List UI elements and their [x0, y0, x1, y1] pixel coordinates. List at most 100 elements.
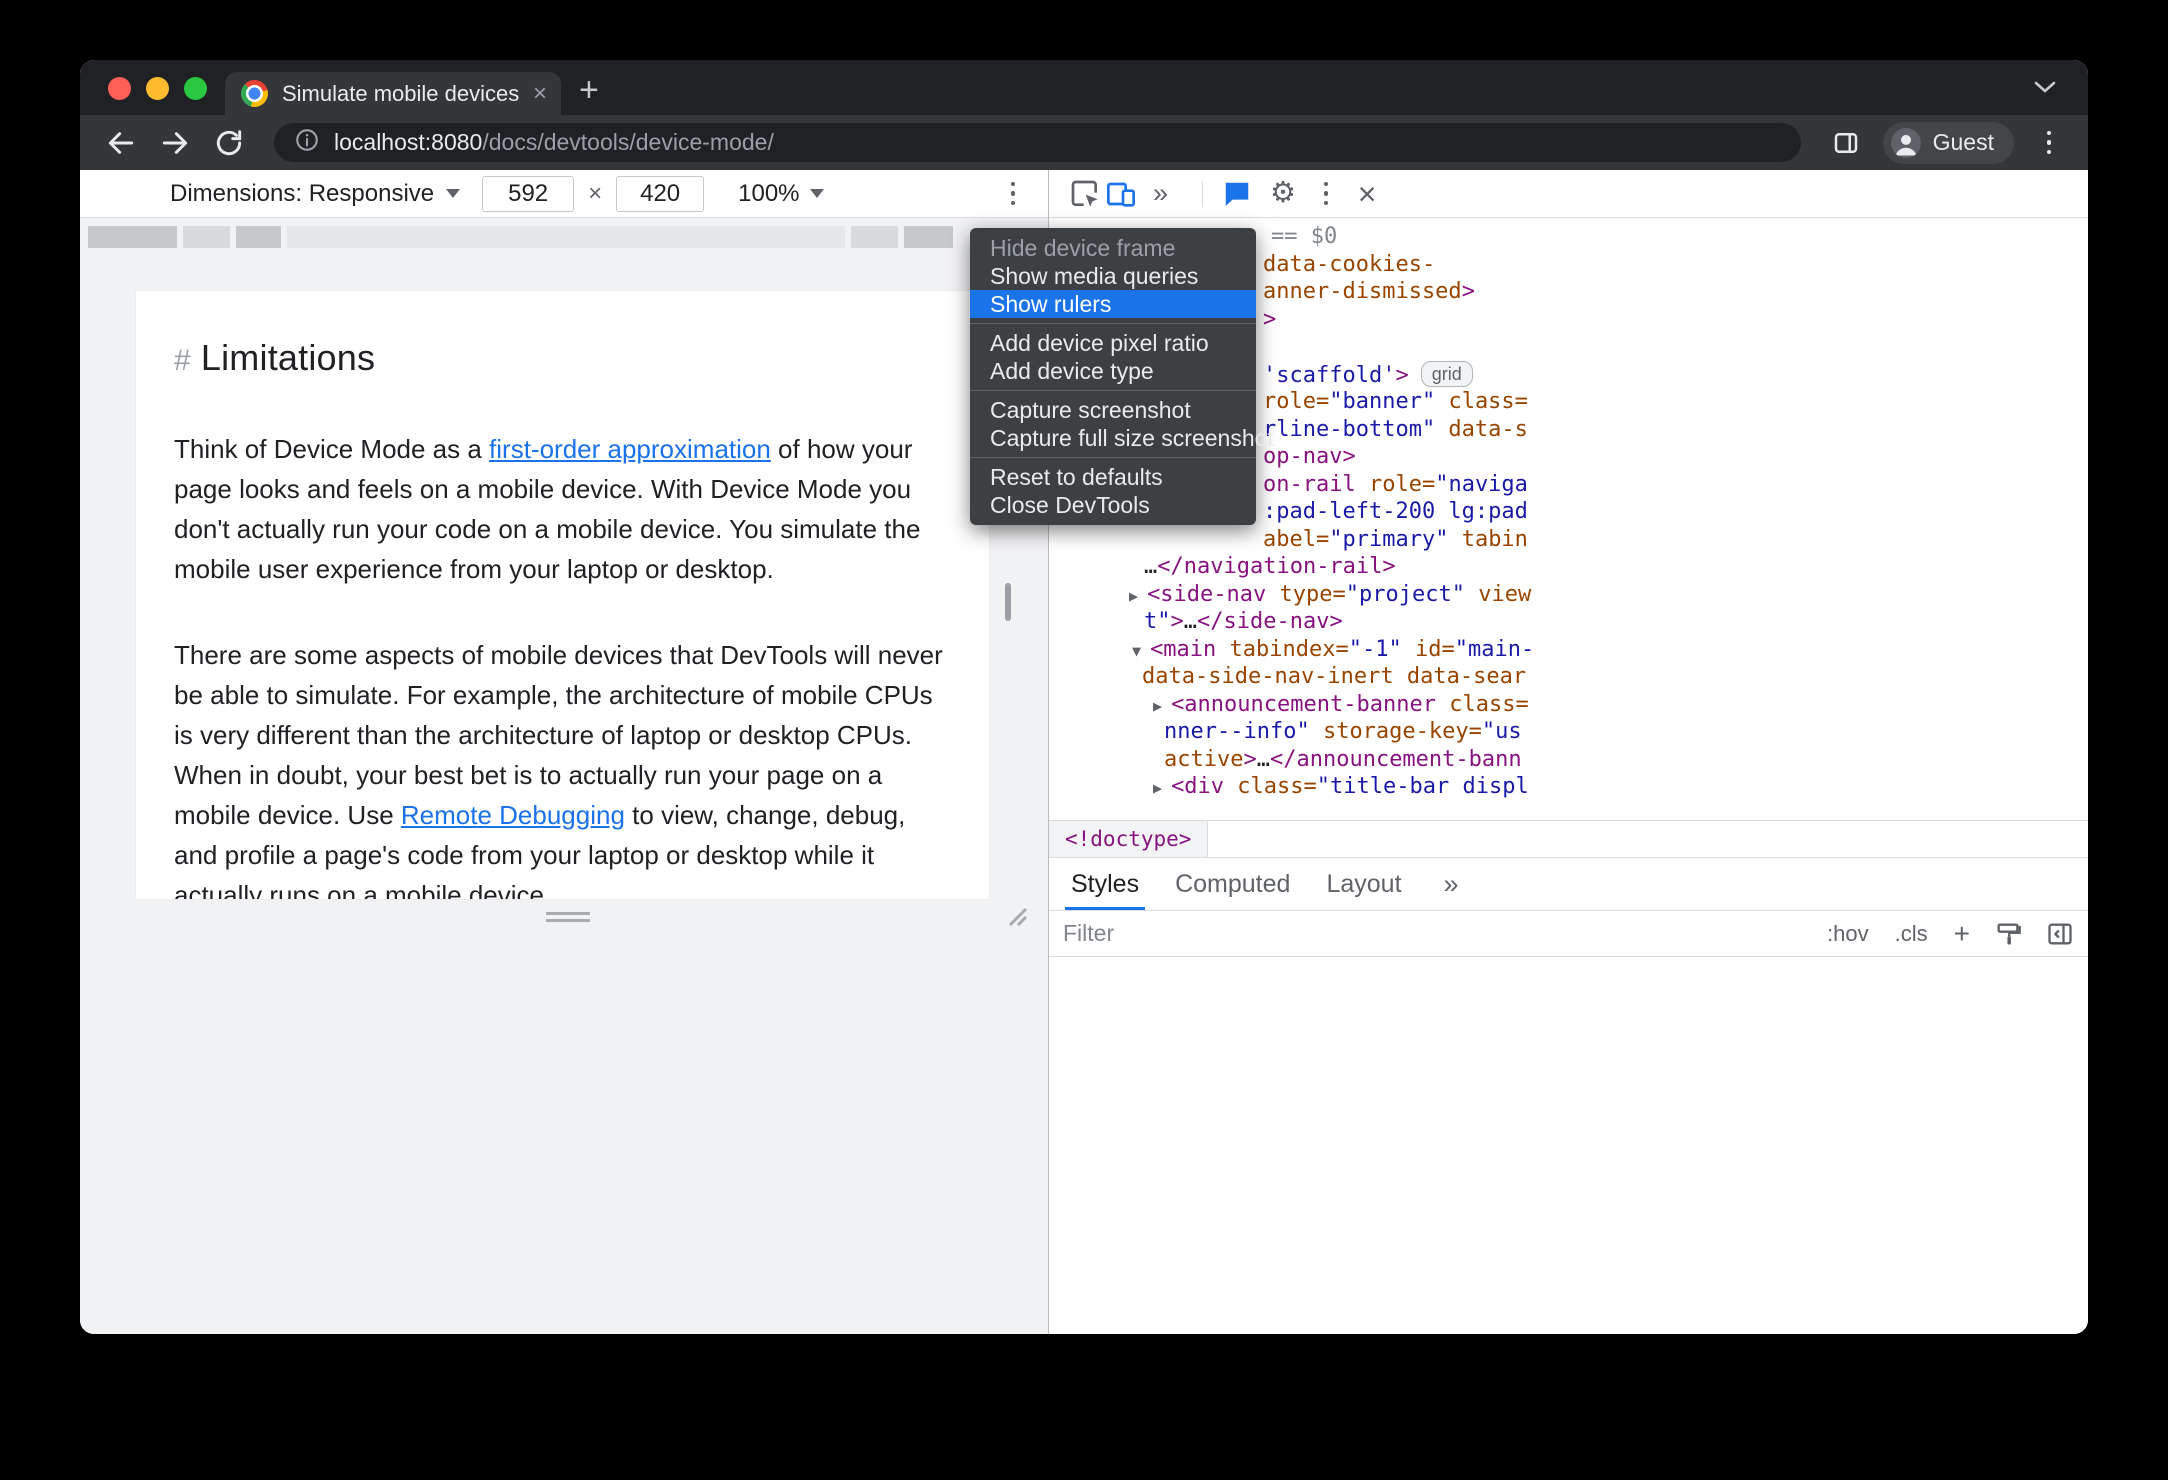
code-token: > [1263, 306, 1277, 332]
devtools-menu-icon[interactable] [1311, 177, 1341, 211]
breadcrumb-item-doctype[interactable]: <!doctype> [1049, 821, 1209, 857]
styles-toolbar: :hov .cls + [1049, 911, 2088, 957]
dom-tree-line[interactable]: ▼ <main tabindex="-1" id="main- [1049, 636, 2088, 664]
dom-tree-line[interactable]: ▶ <announcement-banner class= [1049, 691, 2088, 719]
code-token: nner--info" [1164, 719, 1310, 744]
more-panels-icon[interactable]: » [1153, 178, 1168, 209]
dom-tree-line[interactable]: nner--info" storage-key="us [1049, 718, 2088, 746]
tab-close-icon[interactable]: × [533, 80, 547, 108]
dom-tree-line[interactable]: active>…</announcement-bann [1049, 746, 2088, 774]
reload-icon[interactable] [212, 126, 246, 160]
media-query-bar[interactable] [80, 226, 1048, 248]
grid-badge[interactable]: grid [1420, 360, 1473, 387]
code-token: == $0 [1271, 224, 1338, 249]
zoom-dropdown[interactable]: 100% [738, 180, 824, 208]
menu-item-add-device-pixel-ratio[interactable]: Add device pixel ratio [970, 329, 1256, 357]
back-icon[interactable] [104, 126, 138, 160]
menu-item-capture-screenshot[interactable]: Capture screenshot [970, 396, 1256, 424]
inspect-element-icon[interactable] [1067, 176, 1103, 212]
code-token: <side-nav [1147, 581, 1267, 607]
toggle-sidebar-icon[interactable] [2046, 920, 2074, 948]
code-token: … [1144, 554, 1158, 579]
menu-item-show-media-queries[interactable]: Show media queries [970, 262, 1256, 290]
dom-tree-line[interactable]: data-side-nav-inert data-sear [1049, 663, 2088, 691]
paragraph: Think of Device Mode as a first-order ap… [174, 429, 951, 589]
tab-search-chevron-icon[interactable] [2032, 78, 2058, 101]
code-token: abel= [1263, 526, 1330, 552]
media-query-segment [88, 226, 177, 248]
chrome-favicon-icon [241, 80, 268, 107]
tab-styles[interactable]: Styles [1064, 858, 1146, 910]
dom-tree-line[interactable]: abel="primary" tabin [1049, 526, 2088, 554]
element-classes-button[interactable]: .cls [1895, 921, 1928, 947]
code-token: > [1243, 746, 1257, 772]
browser-menu-icon[interactable] [2034, 126, 2064, 160]
settings-gear-icon[interactable]: ⚙ [1265, 176, 1301, 212]
code-token: "us [1481, 719, 1522, 744]
dom-tree-line[interactable]: ▶ <side-nav type="project" view [1049, 581, 2088, 609]
paint-format-icon[interactable] [1994, 920, 2022, 948]
code-token: > [1395, 362, 1409, 388]
device-toolbar-toggle-icon[interactable] [1103, 176, 1139, 212]
code-token: id= [1401, 636, 1455, 662]
doc-link[interactable]: first-order approximation [489, 434, 771, 464]
code-token: ▼ [1132, 641, 1151, 660]
code-token: … [1183, 609, 1197, 634]
forward-icon[interactable] [158, 126, 192, 160]
menu-item-reset-to-defaults[interactable]: Reset to defaults [970, 463, 1256, 491]
url-path: /docs/devtools/device-mode/ [482, 129, 774, 155]
menu-item-close-devtools[interactable]: Close DevTools [970, 491, 1256, 519]
dom-tree-line[interactable]: ▶ <div class="title-bar displ [1049, 773, 2088, 801]
dom-tree-line[interactable]: t">…</side-nav> [1049, 608, 2088, 636]
heading-anchor[interactable]: # [174, 344, 191, 377]
code-token: "primary" [1329, 526, 1449, 552]
code-token: > [1461, 279, 1475, 304]
device-type-dropdown[interactable]: Dimensions: Responsive [170, 179, 461, 208]
viewport-width-input[interactable] [482, 175, 575, 212]
heading-text: Limitations [200, 337, 376, 378]
viewport-scrollbar[interactable] [1005, 583, 1011, 621]
code-token: … [1256, 746, 1270, 772]
browser-tab[interactable]: Simulate mobile devices with D × [225, 72, 561, 115]
side-panel-icon[interactable] [1829, 126, 1863, 160]
code-token: data-cookies- [1263, 251, 1436, 277]
desktop-background: Simulate mobile devices with D × + [0, 0, 2168, 1480]
devtools-close-icon[interactable]: × [1349, 176, 1385, 212]
menu-item-capture-full-size-screenshot[interactable]: Capture full size screenshot [970, 424, 1274, 452]
menu-item-add-device-type[interactable]: Add device type [970, 357, 1256, 385]
fullscreen-window-button[interactable] [184, 77, 207, 100]
feedback-icon[interactable] [1219, 176, 1255, 212]
address-bar[interactable]: localhost:8080/docs/devtools/device-mode… [274, 123, 1801, 162]
dom-tree-line[interactable]: …</navigation-rail> [1049, 553, 2088, 581]
dimensions-multiply-label: × [588, 179, 603, 207]
new-tab-button[interactable]: + [579, 73, 599, 107]
styles-filter-input[interactable] [1063, 920, 1203, 947]
code-token: tabin [1448, 526, 1528, 552]
menu-item-hide-device-frame: Hide device frame [990, 235, 1176, 261]
rendered-page: # Limitations Think of Device Mode as a f… [135, 290, 990, 900]
viewport-corner-resize-handle[interactable] [1002, 901, 1028, 932]
toggle-element-state-button[interactable]: :hov [1827, 921, 1869, 947]
dimensions-label: Dimensions: Responsive [170, 179, 435, 207]
profile-button[interactable]: Guest [1882, 121, 2014, 164]
new-style-rule-button[interactable]: + [1954, 918, 1970, 950]
code-token: "main- [1454, 636, 1535, 662]
menu-item-show-rulers[interactable]: Show rulers [970, 290, 1256, 318]
site-info-icon[interactable] [294, 127, 320, 158]
code-token: role= [1263, 389, 1330, 414]
viewport-resize-handle[interactable] [546, 912, 590, 922]
tab-computed[interactable]: Computed [1175, 858, 1290, 910]
code-token: "banner" [1329, 389, 1436, 414]
tab-layout[interactable]: Layout [1326, 858, 1401, 910]
tabs-overflow-icon[interactable]: » [1444, 869, 1459, 900]
code-token: </navigation-rail> [1157, 554, 1396, 579]
close-window-button[interactable] [108, 77, 131, 100]
viewport-height-input[interactable] [616, 175, 705, 212]
doc-link[interactable]: Remote Debugging [401, 800, 625, 830]
chevron-down-icon [446, 189, 461, 198]
article-body: Think of Device Mode as a first-order ap… [174, 429, 951, 899]
media-query-segment [236, 226, 281, 248]
code-token: on-rail [1263, 471, 1356, 497]
device-options-menu-icon[interactable] [998, 177, 1028, 211]
minimize-window-button[interactable] [146, 77, 169, 100]
